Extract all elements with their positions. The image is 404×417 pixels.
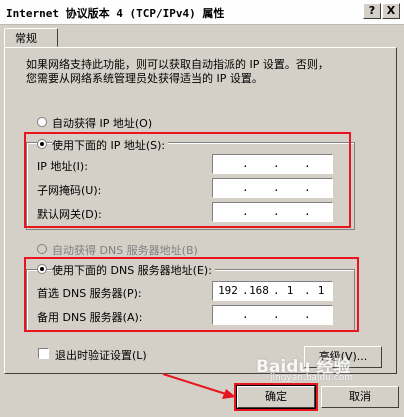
tab-general[interactable]: 常规 [4,28,58,47]
watermark-url: jingyan.baidu.com [270,373,354,383]
dialog-window: Internet 协议版本 4 (TCP/IPv4) 属性 ? X 常规 如果网… [0,0,404,417]
